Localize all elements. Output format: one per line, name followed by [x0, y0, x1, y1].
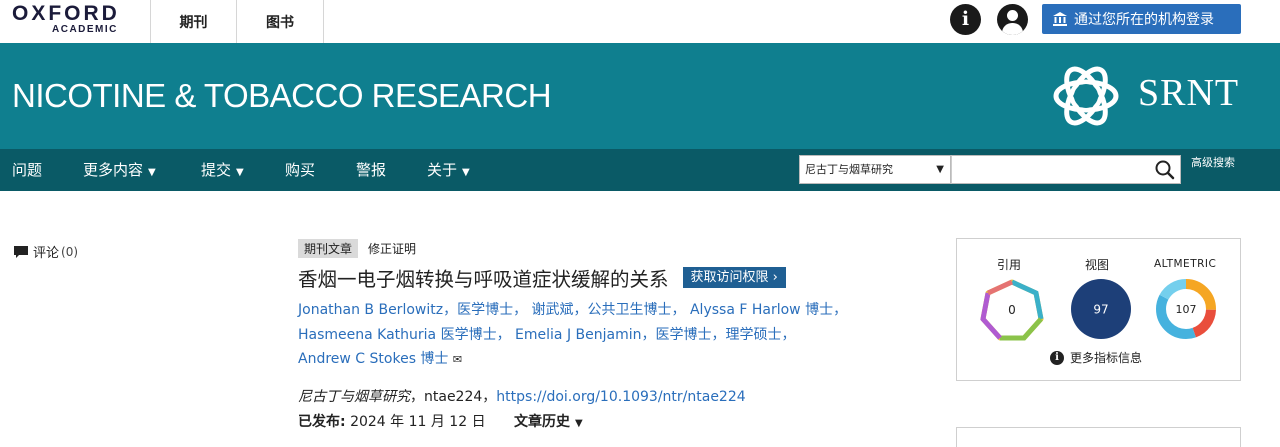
caret-down-icon: ▼ [148, 167, 156, 178]
institution-signin-button[interactable]: 通过您所在的机构登录 [1042, 4, 1241, 34]
tab-books[interactable]: 图书 [236, 0, 324, 43]
views-badge[interactable]: 97 [1070, 278, 1132, 340]
author-link[interactable]: Emelia J Benjamin [515, 327, 641, 343]
altmetric-value: 107 [1176, 303, 1197, 316]
advanced-search-link[interactable]: 高级搜索 [1191, 154, 1235, 170]
journal-title[interactable]: NICOTINE & TOBACCO RESEARCH [12, 77, 552, 115]
caret-down-icon: ▼ [575, 417, 583, 429]
published-date: 2024 年 11 月 12 日 [350, 413, 486, 430]
info-icon[interactable]: i [950, 4, 981, 35]
get-access-label: 获取访问权限 [690, 270, 769, 285]
search-scope-select[interactable]: 尼古丁与烟草研究 ▼ [799, 155, 951, 184]
article-type-badge: 期刊文章 [298, 238, 359, 258]
published-label: 已发布: [298, 413, 346, 430]
comments-label: 评论 [33, 246, 60, 261]
altmetric-donut[interactable]: 107 [1154, 277, 1218, 341]
author-link[interactable]: Hasmeena Kathuria [298, 327, 436, 343]
more-metrics-label: 更多指标信息 [1070, 351, 1143, 365]
article-header: 期刊文章 修正证明 香烟一电子烟转换与呼吸道症状缓解的关系 获取访问权限 › J… [298, 238, 908, 431]
nav-submit[interactable]: 提交 ▼ [201, 149, 244, 191]
author-link[interactable]: 谢武斌 [532, 302, 574, 318]
dimensions-badge[interactable]: 0 [979, 279, 1045, 341]
nav-purchase-label: 购买 [285, 161, 316, 179]
nav-alerts[interactable]: 警报 [356, 149, 386, 191]
author-degree: ，医学博士， [443, 302, 528, 318]
comments-link[interactable]: 评论 (0) [13, 242, 78, 261]
user-account-icon[interactable] [997, 4, 1028, 35]
author-degree: 博士 [415, 351, 449, 367]
nav-submit-label: 提交 [201, 161, 232, 179]
info-icon: i [1050, 350, 1064, 365]
author-degree: 博士， [800, 302, 848, 318]
citation-line: 尼古丁与烟草研究，ntae224，https://doi.org/10.1093… [298, 386, 908, 406]
author-degree: ，医学博士，理学硕士， [641, 326, 796, 343]
nav-alerts-label: 警报 [356, 161, 387, 179]
comments-count: (0) [61, 244, 79, 259]
society-name[interactable]: SRNT [1138, 71, 1239, 115]
signin-label: 通过您所在的机构登录 [1074, 12, 1214, 28]
search-scope-value: 尼古丁与烟草研究 [805, 163, 893, 176]
nav-issues-label: 问题 [12, 161, 43, 179]
citation-article-id: ，ntae224， [410, 388, 497, 405]
tab-journals[interactable]: 期刊 [150, 0, 236, 43]
doi-link[interactable]: https://doi.org/10.1093/ntr/ntae224 [496, 389, 745, 405]
article-title: 香烟一电子烟转换与呼吸道症状缓解的关系 [298, 268, 669, 291]
corrected-proof-badge: 修正证明 [368, 241, 417, 256]
dropdown-arrow-icon: ▼ [936, 164, 944, 175]
search-input[interactable] [951, 155, 1181, 184]
caret-down-icon: ▼ [462, 167, 470, 178]
journal-banner: NICOTINE & TOBACCO RESEARCH SRNT [0, 43, 1280, 149]
more-metrics-link[interactable]: i 更多指标信息 [1050, 349, 1142, 366]
search-icon[interactable] [1152, 157, 1178, 182]
institution-icon [1053, 12, 1067, 26]
chevron-right-icon: › [772, 270, 778, 285]
nav-issues[interactable]: 问题 [12, 149, 42, 191]
citations-value: 0 [1008, 303, 1016, 317]
nav-about[interactable]: 关于 ▼ [427, 149, 470, 191]
logo-main-text: OXFORD [12, 2, 120, 25]
author-degree: ，公共卫生博士， [573, 302, 686, 318]
caret-down-icon: ▼ [236, 167, 244, 178]
author-link[interactable]: Jonathan B Berlowitz [298, 302, 443, 318]
altmetric-label: ALTMETRIC [1154, 258, 1217, 270]
comment-icon [14, 245, 28, 258]
published-row: 已发布: 2024 年 11 月 12 日 文章历史 ▼ [298, 411, 908, 431]
author-link[interactable]: Alyssa F Harlow [690, 302, 801, 318]
logo-sub-text: ACADEMIC [52, 24, 118, 35]
top-bar: OXFORD ACADEMIC 期刊 图书 i 通过您所在的机构登录 [0, 0, 1280, 43]
article-history-toggle[interactable]: 文章历史 ▼ [514, 414, 583, 430]
author-link[interactable]: Andrew C Stokes [298, 351, 416, 367]
nav-about-label: 关于 [427, 161, 458, 179]
author-list: Jonathan B Berlowitz，医学博士， 谢武斌，公共卫生博士， A… [298, 298, 908, 373]
nav-more-content-label: 更多内容 [83, 161, 144, 179]
article-history-label: 文章历史 [514, 413, 571, 430]
srnt-logo-icon[interactable] [1048, 61, 1124, 131]
views-label: 视图 [1085, 258, 1110, 272]
get-access-button[interactable]: 获取访问权限 › [682, 267, 786, 288]
metrics-panel: 引用 视图 ALTMETRIC 0 97 107 i 更多指标信息 [956, 238, 1241, 381]
main-nav: 问题 更多内容 ▼ 提交 ▼ 购买 警报 关于 ▼ 尼古丁与烟草研究 ▼ 高级搜索 [0, 149, 1280, 191]
nav-purchase[interactable]: 购买 [285, 149, 315, 191]
citation-journal: 尼古丁与烟草研究 [298, 388, 410, 405]
author-degree: 医学博士， [436, 326, 511, 343]
oxford-academic-logo[interactable]: OXFORD ACADEMIC [12, 2, 136, 38]
mail-icon[interactable]: ✉ [453, 353, 462, 366]
views-value: 97 [1093, 303, 1108, 317]
citations-label: 引用 [997, 258, 1022, 272]
nav-more-content[interactable]: 更多内容 ▼ [83, 149, 156, 191]
secondary-panel [956, 427, 1241, 447]
